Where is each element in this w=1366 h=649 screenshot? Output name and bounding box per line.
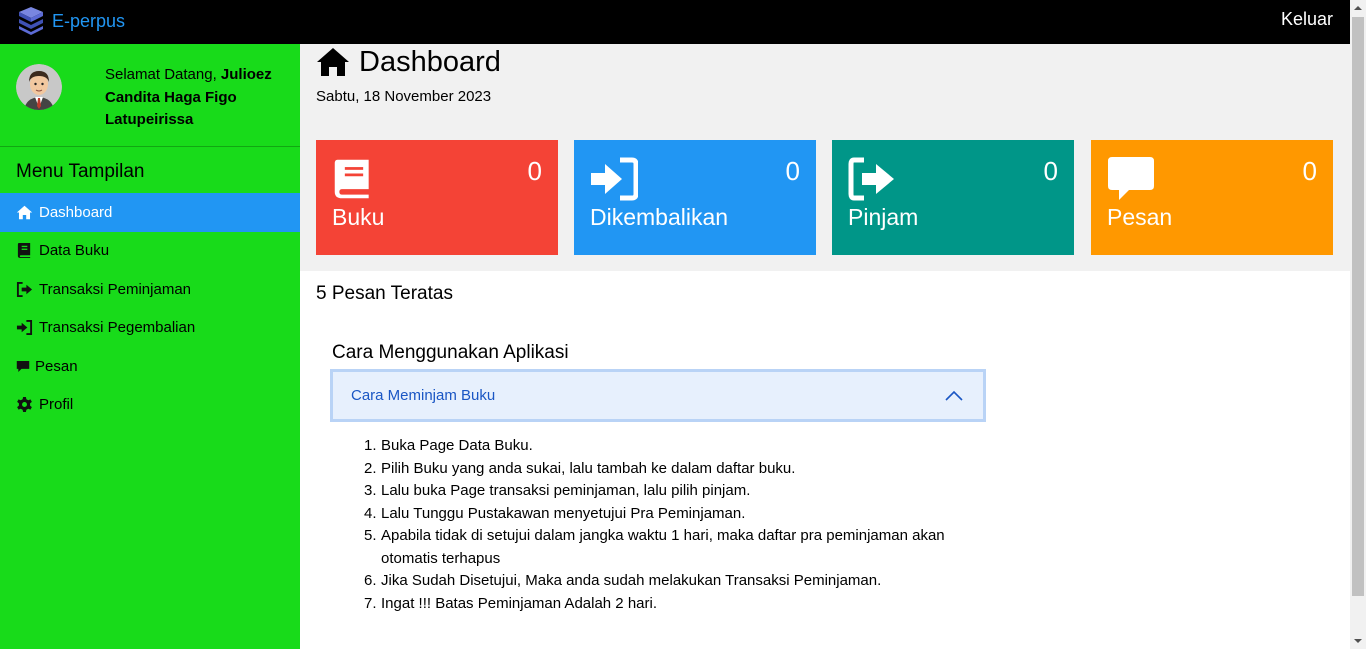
sidebar-item-label: Transaksi Pegembalian [39, 319, 196, 337]
stat-card-pinjam[interactable]: 0 Pinjam [832, 140, 1074, 255]
welcome-prefix: Selamat Datang, [105, 66, 217, 83]
sidebar-item-label: Data Buku [39, 242, 110, 260]
list-item: 4. Lalu Tunggu Pustakawan menyetujui Pra … [364, 504, 746, 522]
sign-out-icon [848, 157, 894, 201]
menu-title: Menu Tampilan [16, 161, 145, 182]
logout-link[interactable]: Keluar [1281, 9, 1333, 30]
top-messages-heading: 5 Pesan Teratas [316, 283, 453, 304]
books-icon [19, 7, 43, 35]
avatar [16, 64, 62, 110]
scroll-up-arrow-icon[interactable] [1350, 0, 1366, 17]
sidebar: Selamat Datang, Julioez Candita Haga Fig… [0, 44, 300, 649]
current-date: Sabtu, 18 November 2023 [316, 88, 492, 105]
card-count: 0 [1043, 156, 1058, 186]
card-count: 0 [527, 156, 542, 186]
card-count: 0 [1302, 156, 1317, 186]
brand-name: E-perpus [52, 10, 126, 31]
book-icon [17, 243, 31, 259]
sidebar-item-label: Transaksi Peminjaman [39, 280, 191, 298]
scrollbar-thumb[interactable] [1352, 17, 1364, 596]
home-icon [16, 205, 33, 220]
sidebar-menu: Dashboard Data Buku Transaksi Peminjaman… [0, 193, 300, 424]
accordion-cara-meminjam[interactable]: Cara Meminjam Buku [330, 369, 986, 422]
page-title-text: Dashboard [359, 45, 501, 78]
sign-in-icon [591, 157, 638, 201]
brand-link[interactable]: E-perpus [16, 6, 125, 36]
stat-card-pesan[interactable]: 0 Pesan [1091, 140, 1333, 255]
steps-list: 1. Buka Page Data Buku. 2. Pilih Buku yang… [364, 435, 971, 615]
sidebar-item-transaksi-peminjaman[interactable]: Transaksi Peminjaman [0, 270, 300, 309]
list-item: 3. Lalu buka Page transaksi peminjaman, l… [364, 482, 751, 499]
comment-icon [1108, 157, 1154, 200]
sign-out-icon [16, 281, 33, 297]
sidebar-item-label: Pesan [35, 357, 78, 375]
gear-icon [17, 397, 32, 413]
sidebar-item-pesan[interactable]: Pesan [0, 347, 300, 386]
list-item: 1. Buka Page Data Buku. [364, 437, 533, 454]
list-item: 7. Ingat !!! Batas Peminjaman Adalah 2 ha… [364, 594, 657, 612]
card-label: Dikembalikan [590, 204, 729, 230]
card-label: Pesan [1107, 204, 1173, 230]
welcome-text: Selamat Datang, Julioez Candita Haga Fig… [105, 64, 290, 132]
sidebar-item-data-buku[interactable]: Data Buku [0, 232, 300, 271]
top-navbar: E-perpus Keluar [0, 0, 1366, 44]
sidebar-item-label: Dashboard [39, 203, 113, 221]
page-title: Dashboard [316, 44, 501, 80]
list-item: 5. Apabila tidak di setujui dalam jangka … [364, 527, 945, 567]
chevron-up-icon [945, 390, 963, 401]
sign-in-icon [16, 320, 33, 336]
howto-heading: Cara Menggunakan Aplikasi [332, 342, 569, 363]
stat-card-dikembalikan[interactable]: 0 Dikembalikan [574, 140, 816, 255]
home-icon [317, 48, 349, 76]
scroll-down-arrow-icon[interactable] [1350, 632, 1366, 649]
card-count: 0 [785, 156, 800, 186]
user-profile: Selamat Datang, Julioez Candita Haga Fig… [0, 44, 300, 147]
card-label: Pinjam [848, 204, 919, 230]
vertical-scrollbar[interactable] [1350, 0, 1366, 649]
sidebar-item-transaksi-pengembalian[interactable]: Transaksi Pegembalian [0, 309, 300, 348]
stat-card-buku[interactable]: 0 Buku [316, 140, 558, 255]
comment-icon [16, 360, 30, 372]
sidebar-item-profil[interactable]: Profil [0, 386, 300, 425]
book-icon [334, 159, 369, 199]
card-label: Buku [332, 204, 385, 230]
list-item: 2. Pilih Buku yang anda sukai, lalu tamba… [364, 459, 796, 477]
accordion-label: Cara Meminjam Buku [351, 387, 496, 404]
list-item: 6. Jika Sudah Disetujui, Maka anda sudah … [364, 572, 882, 589]
sidebar-item-label: Profil [39, 396, 74, 414]
sidebar-item-dashboard[interactable]: Dashboard [0, 193, 300, 232]
